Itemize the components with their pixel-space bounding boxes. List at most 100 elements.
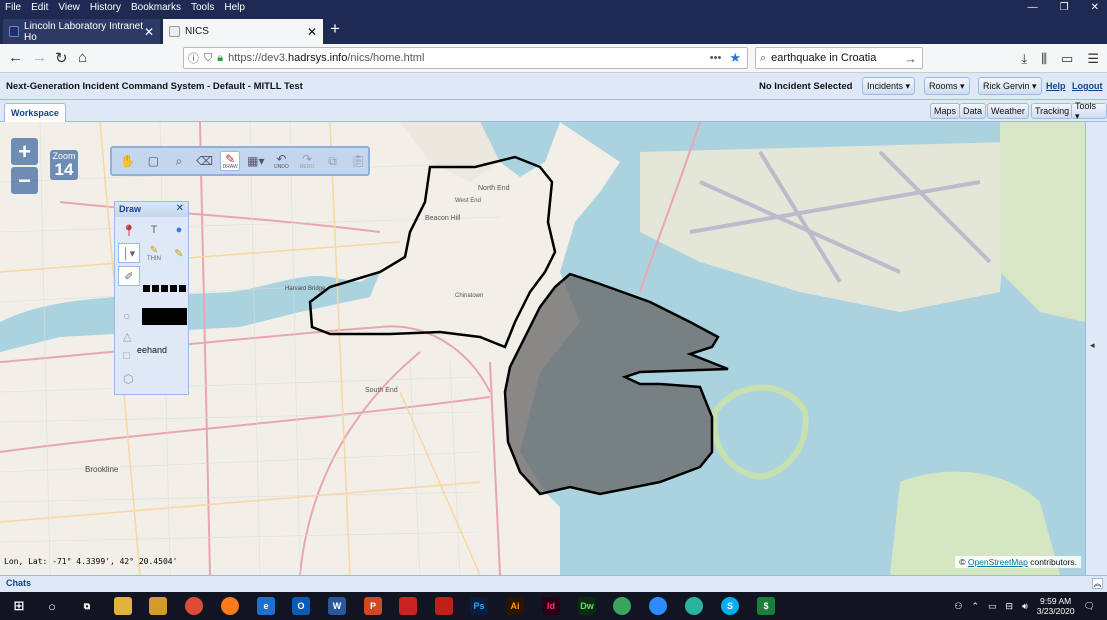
tab-nics[interactable]: NICS ✕ <box>163 19 323 44</box>
battery-icon[interactable]: ▭ <box>988 601 997 612</box>
back-icon[interactable]: ← <box>8 49 23 66</box>
notifications-icon[interactable]: 🗨︎ <box>1084 601 1095 612</box>
hamburger-menu-icon[interactable]: ☰ <box>1087 51 1099 67</box>
file-explorer-icon[interactable] <box>114 597 132 615</box>
line-tool-icon[interactable]: │▾ <box>118 243 140 263</box>
search-input[interactable]: ⌕ earthquake in Croatia → <box>755 47 923 69</box>
menu-bookmarks[interactable]: Bookmarks <box>126 2 186 13</box>
search-go-icon[interactable]: → <box>904 51 917 66</box>
dreamweaver-icon[interactable]: Dw <box>578 597 596 615</box>
osm-link[interactable]: OpenStreetMap <box>968 557 1028 567</box>
zoom-app-icon[interactable] <box>649 597 667 615</box>
help-link[interactable]: Help <box>1046 81 1066 91</box>
sidebar-icon[interactable]: ▭ <box>1061 51 1073 67</box>
chrome-icon[interactable] <box>185 597 203 615</box>
chats-bar[interactable]: Chats ︽ <box>0 575 1107 592</box>
zoom-out-button[interactable]: − <box>11 167 38 194</box>
skype-icon[interactable]: S <box>721 597 739 615</box>
sticky-app-icon[interactable] <box>149 597 167 615</box>
photoshop-icon[interactable]: Ps <box>470 597 488 615</box>
page-actions-icon[interactable]: ••• <box>710 52 722 64</box>
tab-lincoln-lab[interactable]: Lincoln Laboratory Intranet Ho ✕ <box>3 19 160 44</box>
marker-icon[interactable]: 📍︎ <box>118 220 140 240</box>
eraser-icon[interactable]: ⌫ <box>195 151 215 171</box>
minimize-button[interactable]: — <box>1028 2 1038 13</box>
swatch[interactable] <box>179 285 186 292</box>
edge-icon[interactable]: e <box>257 597 275 615</box>
clock[interactable]: 9:59 AM 3/23/2020 <box>1037 596 1075 616</box>
people-icon[interactable]: ⚇ <box>954 601 962 612</box>
tab-workspace[interactable]: Workspace <box>4 103 66 122</box>
indesign-icon[interactable]: Id <box>542 597 560 615</box>
circle-tool-icon[interactable]: ○ <box>123 309 130 323</box>
tracking-button[interactable]: Tracking <box>1031 103 1074 119</box>
hexagon-tool-icon[interactable]: ⬡ <box>123 372 133 386</box>
triangle-tool-icon[interactable]: △ <box>123 330 131 343</box>
copy-icon[interactable]: ⧉ <box>323 151 343 171</box>
info-icon[interactable]: ⓘ <box>188 50 199 66</box>
redo-button[interactable]: ↷ REDO <box>297 151 317 171</box>
user-menu-button[interactable]: Rick Gervin ▾ <box>978 77 1042 95</box>
reload-icon[interactable]: ↻ <box>55 49 68 67</box>
logout-link[interactable]: Logout <box>1072 81 1103 91</box>
menu-view[interactable]: View <box>53 2 85 13</box>
illustrator-icon[interactable]: Ai <box>506 597 524 615</box>
text-tool-icon[interactable]: T <box>143 220 165 240</box>
color-picker[interactable] <box>142 308 187 325</box>
app-teal-icon[interactable] <box>685 597 703 615</box>
network-icon[interactable]: ⊟ <box>1006 601 1014 612</box>
square-tool-icon[interactable]: □ <box>123 350 130 362</box>
forward-icon[interactable]: → <box>32 49 47 66</box>
swatch[interactable] <box>143 285 150 292</box>
tools-button[interactable]: Tools ▾ <box>1071 101 1107 121</box>
select-box-icon[interactable]: ▢ <box>144 151 164 171</box>
download-icon[interactable]: ⤓ <box>1021 51 1027 67</box>
image-icon[interactable]: ▦▾ <box>246 151 266 171</box>
undo-button[interactable]: ↶ UNDO <box>272 151 292 171</box>
weather-button[interactable]: Weather <box>987 103 1029 119</box>
app-red-icon[interactable] <box>399 597 417 615</box>
expand-arrow-icon[interactable]: ◂ <box>1090 340 1095 351</box>
tray-chevron-icon[interactable]: ⌃ <box>971 601 979 612</box>
expand-chats-icon[interactable]: ︽ <box>1092 578 1103 589</box>
outlook-icon[interactable]: O <box>292 597 310 615</box>
volume-icon[interactable]: 🔊︎ <box>1022 601 1028 612</box>
menu-tools[interactable]: Tools <box>186 2 219 13</box>
zoom-icon[interactable]: ⌕ <box>169 151 189 171</box>
search-icon[interactable]: ○ <box>43 597 61 615</box>
bookmark-star-icon[interactable]: ★ <box>729 50 741 66</box>
close-window-button[interactable]: ✕ <box>1091 2 1099 13</box>
line-thin-button[interactable]: ✎ THIN <box>143 243 165 263</box>
swatch[interactable] <box>161 285 168 292</box>
app-green-icon[interactable] <box>613 597 631 615</box>
lock-icon[interactable]: 🔒︎ <box>217 52 223 65</box>
word-icon[interactable]: W <box>328 597 346 615</box>
task-view-icon[interactable]: ⧉ <box>78 597 96 615</box>
label-tool-icon[interactable]: ● <box>168 220 190 240</box>
app-dollar-icon[interactable]: $ <box>757 597 775 615</box>
acrobat-icon[interactable] <box>435 597 453 615</box>
home-icon[interactable]: ⌂ <box>78 49 87 66</box>
zoom-in-button[interactable]: + <box>11 138 38 165</box>
library-icon[interactable]: ⫼ <box>1041 51 1047 67</box>
menu-edit[interactable]: Edit <box>26 2 53 13</box>
swatch[interactable] <box>152 285 159 292</box>
restore-button[interactable]: ❐ <box>1060 2 1069 13</box>
pencil-icon[interactable]: ✎ <box>168 243 190 263</box>
close-icon[interactable]: ✕ <box>176 203 184 214</box>
firefox-icon[interactable] <box>221 597 239 615</box>
url-bar[interactable]: ⓘ ⛉ 🔒︎ https://dev3.hadrsys.info/nics/ho… <box>183 47 748 69</box>
maps-button[interactable]: Maps <box>930 103 961 119</box>
new-tab-icon[interactable]: + <box>330 19 340 39</box>
shield-icon[interactable]: ⛉ <box>204 52 212 65</box>
side-panel-collapsed[interactable]: ◂ <box>1085 122 1107 575</box>
pan-icon[interactable]: ✋ <box>118 151 138 171</box>
menu-file[interactable]: File <box>0 2 26 13</box>
map-view[interactable]: North End Beacon Hill South End Brooklin… <box>0 122 1107 575</box>
data-button[interactable]: Data <box>959 103 987 119</box>
powerpoint-icon[interactable]: P <box>364 597 382 615</box>
incidents-button[interactable]: Incidents ▾ <box>862 77 916 95</box>
menu-help[interactable]: Help <box>219 2 250 13</box>
paste-icon[interactable]: 📋︎ <box>348 151 368 171</box>
draw-button[interactable]: ✎ DRAW <box>220 151 241 171</box>
